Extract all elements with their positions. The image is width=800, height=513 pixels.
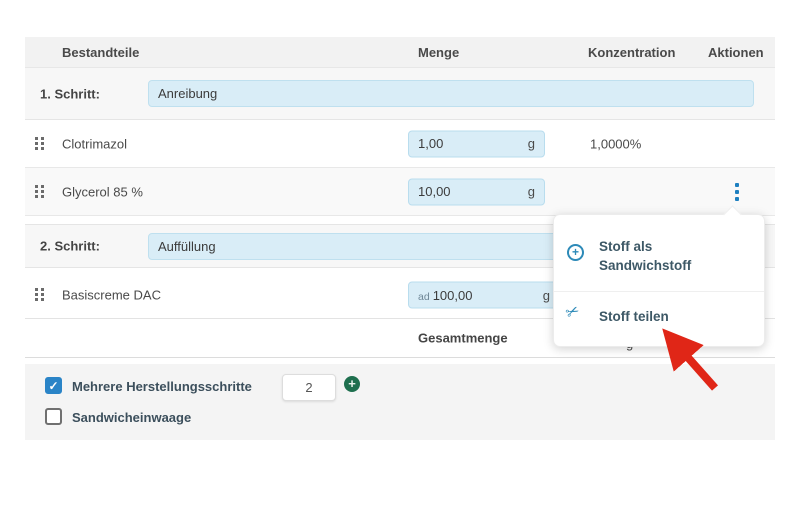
column-header-konzentration: Konzentration xyxy=(588,37,675,68)
amount-value: ad100,00 xyxy=(418,288,472,303)
drag-handle-icon[interactable] xyxy=(35,288,44,302)
amount-input[interactable]: 1,00 g xyxy=(408,130,545,157)
table-row-glycerol: Glycerol 85 % 10,00 g xyxy=(25,168,775,216)
ad-prefix: ad xyxy=(418,291,430,303)
column-header-aktionen: Aktionen xyxy=(708,37,764,68)
gesamtmenge-label: Gesamtmenge xyxy=(418,331,508,346)
ingredient-name: Basiscreme DAC xyxy=(62,288,161,303)
table-row-clotrimazol: Clotrimazol 1,00 g 1,0000% xyxy=(25,120,775,168)
amount-value: 1,00 xyxy=(418,136,443,151)
concentration-value: 1,0000% xyxy=(590,136,641,151)
red-annotation-arrow xyxy=(630,322,730,400)
amount-number: 100,00 xyxy=(433,288,473,303)
column-header-menge: Menge xyxy=(418,37,459,68)
amount-input[interactable]: 10,00 g xyxy=(408,178,545,205)
table-row-step-1: 1. Schritt: xyxy=(25,68,775,120)
checkbox-mehrere-herstellungsschritte[interactable]: ✓ xyxy=(45,377,62,394)
add-step-icon[interactable]: + xyxy=(344,376,360,392)
ingredient-name: Clotrimazol xyxy=(62,136,127,151)
sandwicheinwaage-label: Sandwicheinwaage xyxy=(72,410,191,425)
drag-handle-icon[interactable] xyxy=(35,137,44,151)
menu-item-label: Stoff alsSandwichstoff xyxy=(599,237,691,275)
menu-divider xyxy=(554,291,764,292)
mehrere-herstellungsschritte-label: Mehrere Herstellungsschritte xyxy=(72,379,252,394)
unit-label: g xyxy=(543,288,550,303)
plus-circle-icon: + xyxy=(567,244,584,261)
step-1-label: 1. Schritt: xyxy=(40,86,100,101)
amount-input[interactable]: ad100,00 g xyxy=(408,282,560,309)
unit-label: g xyxy=(528,184,535,199)
menu-item-stoff-als-sandwichstoff[interactable]: + Stoff alsSandwichstoff xyxy=(554,229,764,291)
steps-count-input[interactable] xyxy=(282,374,336,401)
step-2-label: 2. Schritt: xyxy=(40,239,100,254)
check-icon: ✓ xyxy=(48,379,58,393)
unit-label: g xyxy=(528,136,535,151)
kebab-menu-icon[interactable] xyxy=(727,180,747,204)
step-1-name-input[interactable] xyxy=(148,80,754,107)
drag-handle-icon[interactable] xyxy=(35,185,44,199)
rezeptur-screen: Bestandteile Menge Konzentration Aktione… xyxy=(0,0,800,513)
table-header-row: Bestandteile Menge Konzentration Aktione… xyxy=(25,37,775,68)
ingredient-name: Glycerol 85 % xyxy=(62,184,143,199)
column-header-bestandteile: Bestandteile xyxy=(62,37,139,68)
checkbox-sandwicheinwaage[interactable] xyxy=(45,408,62,425)
amount-value: 10,00 xyxy=(418,184,451,199)
scissors-icon: ✂ xyxy=(562,300,583,324)
